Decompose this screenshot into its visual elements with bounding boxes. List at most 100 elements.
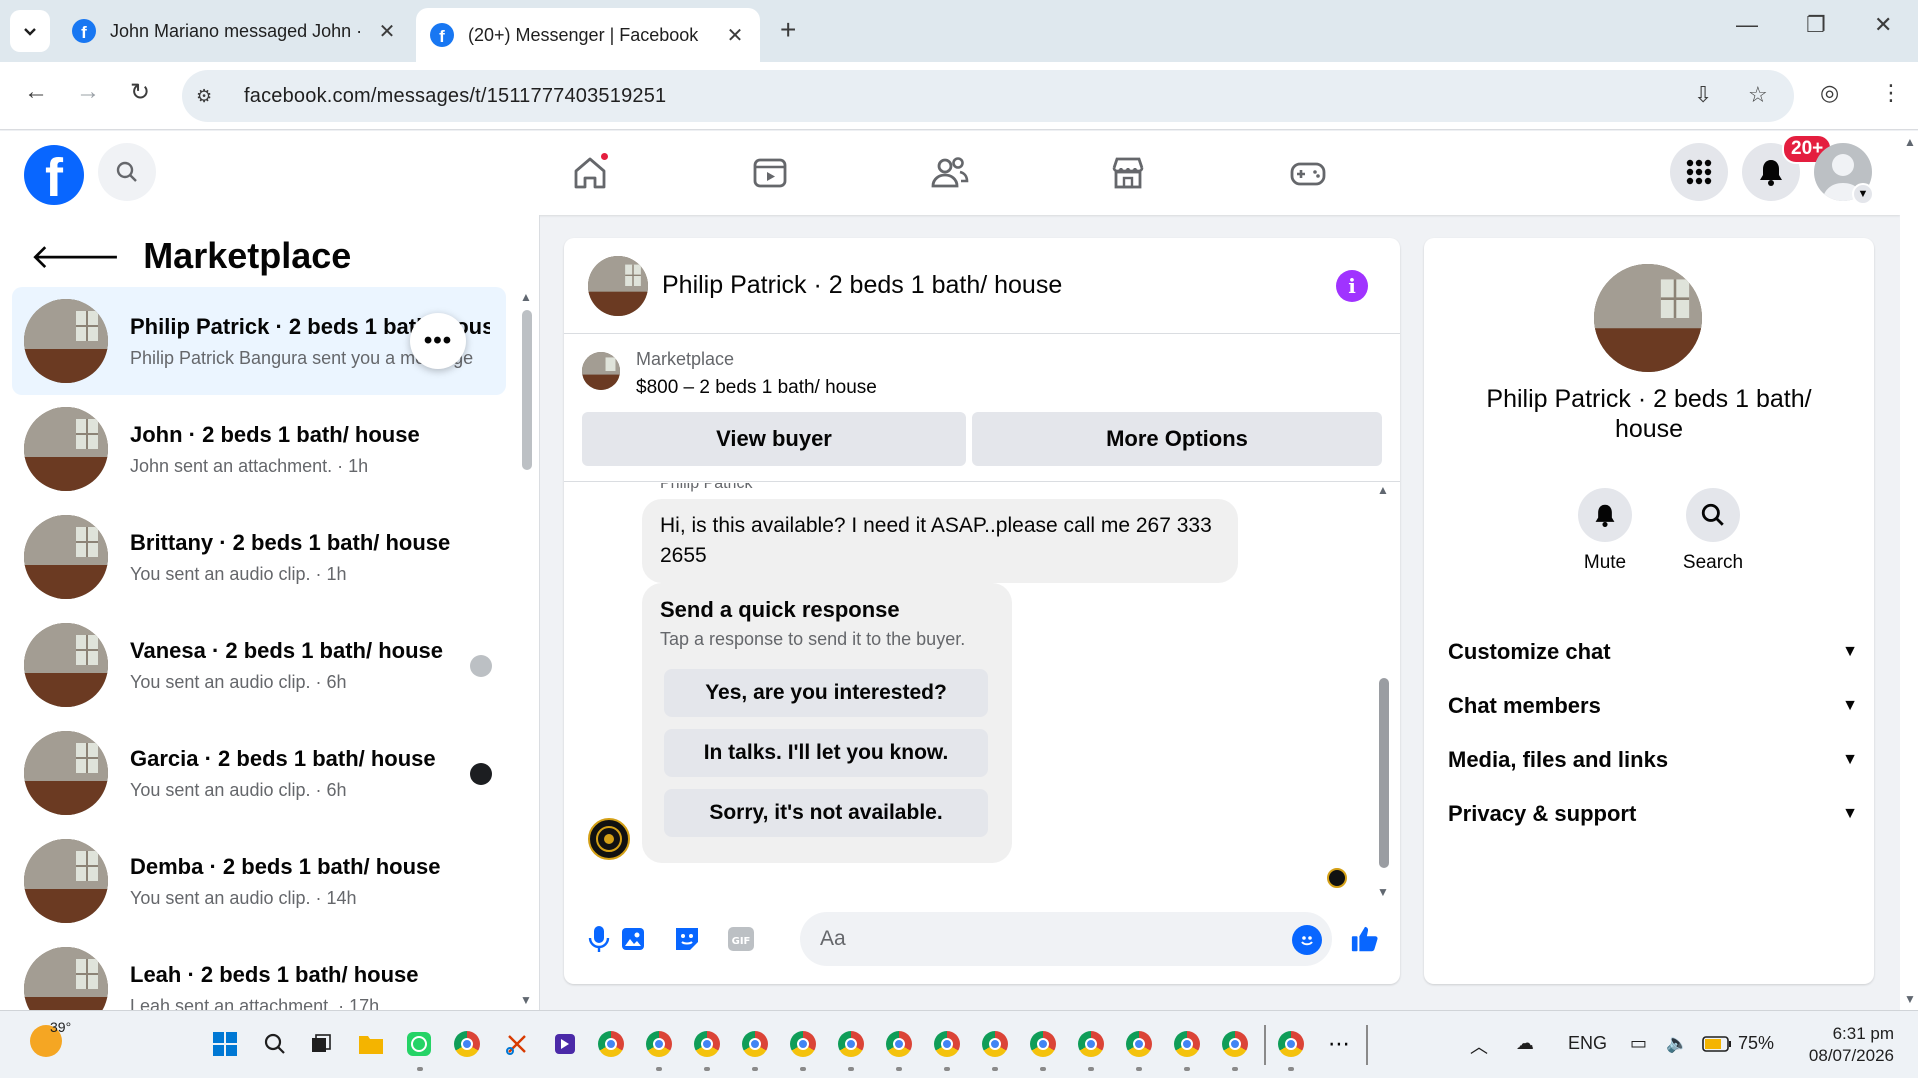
conversation-avatar[interactable] (588, 255, 648, 316)
chrome-profile-icon[interactable] (1028, 1029, 1058, 1059)
nav-home[interactable] (568, 151, 612, 195)
chat-row[interactable]: Vanesa · 2 beds 1 bath/ house You sent an… (12, 611, 506, 719)
back-arrow-icon[interactable]: 🡐 (30, 236, 121, 277)
view-buyer-button[interactable]: View buyer (582, 412, 966, 466)
chat-row[interactable]: Demba · 2 beds 1 bath/ house You sent an … (12, 827, 506, 935)
scrollbar-thumb[interactable] (1379, 678, 1389, 868)
tab-close-icon[interactable]: ✕ (724, 23, 746, 48)
microphone-icon[interactable] (584, 924, 614, 954)
chrome-icon[interactable] (596, 1029, 626, 1059)
sticker-icon[interactable] (672, 924, 702, 954)
chrome-profile-icon[interactable] (980, 1029, 1010, 1059)
forward-arrow-icon[interactable]: → (76, 78, 100, 106)
system-clock[interactable]: 6:31 pm 08/07/2026 (1809, 1023, 1894, 1067)
emoji-icon[interactable] (1292, 925, 1322, 955)
nav-gaming[interactable] (1286, 151, 1330, 195)
minimize-button[interactable]: — (1736, 12, 1758, 38)
scroll-down-icon[interactable]: ▼ (1904, 992, 1916, 1006)
chrome-profile-icon[interactable] (884, 1029, 914, 1059)
search-icon[interactable] (1686, 488, 1740, 542)
install-app-icon[interactable]: ⇩ (1694, 82, 1712, 108)
volume-icon[interactable]: 🔈 (1666, 1033, 1688, 1054)
conversation-title[interactable]: Philip Patrick · 2 beds 1 bath/ house (662, 271, 1062, 300)
new-tab-button[interactable]: + (780, 14, 796, 46)
chrome-profile-icon[interactable] (1276, 1029, 1306, 1059)
menu-button[interactable] (1670, 143, 1728, 201)
facebook-logo[interactable]: f (24, 145, 84, 205)
app-icon-purple[interactable] (550, 1029, 580, 1059)
task-view-icon[interactable] (306, 1029, 336, 1059)
scroll-up-icon[interactable]: ▲ (520, 290, 532, 304)
chrome-profile-icon[interactable] (692, 1029, 722, 1059)
site-info-icon[interactable]: ⚙ (196, 86, 226, 107)
chat-row[interactable]: John · 2 beds 1 bath/ house John sent an … (12, 395, 506, 503)
chevron-up-icon[interactable]: ︿ (1470, 1033, 1488, 1059)
search-action[interactable]: Search (1668, 488, 1758, 574)
sender-avatar[interactable] (588, 818, 630, 860)
chat-list-scrollbar[interactable]: ▲ ▼ (520, 290, 534, 1007)
chevron-down-icon[interactable]: ▼ (1852, 183, 1874, 205)
close-window-button[interactable]: ✕ (1874, 12, 1892, 38)
bell-icon[interactable] (1578, 488, 1632, 542)
listing-price-title[interactable]: $800 – 2 beds 1 bath/ house (636, 377, 877, 399)
info-icon[interactable]: i (1336, 270, 1368, 302)
scrollbar-thumb[interactable] (522, 310, 532, 470)
tab-search-button[interactable] (10, 10, 50, 52)
message-scrollbar[interactable]: ▲ ▼ (1376, 483, 1392, 899)
message-input[interactable]: Aa (800, 912, 1332, 966)
section-privacy-support[interactable]: Privacy & support ▼ (1448, 794, 1858, 834)
mute-action[interactable]: Mute (1560, 488, 1650, 574)
tab-close-icon[interactable]: ✕ (376, 19, 398, 44)
chrome-profile-icon[interactable] (1076, 1029, 1106, 1059)
profile-icon[interactable]: ◎ (1820, 80, 1839, 106)
chrome-profile-icon[interactable] (1220, 1029, 1250, 1059)
more-options-icon[interactable]: ••• (410, 313, 466, 369)
nav-marketplace[interactable] (1106, 151, 1150, 195)
more-apps-icon[interactable]: ⋯ (1324, 1029, 1354, 1059)
url-text[interactable]: facebook.com/messages/t/1511777403519251 (244, 85, 666, 108)
chrome-profile-icon[interactable] (1172, 1029, 1202, 1059)
whatsapp-icon[interactable] (404, 1029, 434, 1059)
file-explorer-icon[interactable] (356, 1029, 386, 1059)
search-button[interactable] (98, 143, 156, 201)
chrome-profile-icon[interactable] (740, 1029, 770, 1059)
chrome-profile-icon[interactable] (1124, 1029, 1154, 1059)
bookmark-star-icon[interactable]: ☆ (1748, 82, 1768, 108)
scroll-down-icon[interactable]: ▼ (1377, 885, 1389, 899)
section-media-files-links[interactable]: Media, files and links ▼ (1448, 740, 1858, 780)
scroll-down-icon[interactable]: ▼ (520, 993, 532, 1007)
more-options-button[interactable]: More Options (972, 412, 1382, 466)
chat-row[interactable]: Leah · 2 beds 1 bath/ house Leah sent an … (12, 935, 506, 1010)
photo-icon[interactable] (618, 924, 648, 954)
thumbs-up-icon[interactable] (1350, 924, 1380, 954)
address-bar[interactable]: ⚙ facebook.com/messages/t/15117774035192… (182, 70, 1794, 122)
nav-watch[interactable] (748, 151, 792, 195)
browser-tab-active[interactable]: f (20+) Messenger | Facebook ✕ (416, 8, 760, 62)
restore-button[interactable]: ❐ (1806, 12, 1826, 38)
back-arrow-icon[interactable]: ← (24, 78, 48, 106)
reload-icon[interactable]: ↻ (130, 78, 150, 107)
browser-menu-icon[interactable]: ⋮ (1880, 80, 1902, 106)
windows-start-icon[interactable] (210, 1029, 240, 1059)
browser-tab-inactive[interactable]: f John Mariano messaged John · ✕ (58, 8, 412, 54)
page-scrollbar[interactable]: ▲ ▼ (1900, 131, 1918, 1010)
listing-thumbnail[interactable] (582, 352, 620, 390)
quick-reply-in-talks[interactable]: In talks. I'll let you know. (664, 729, 988, 777)
chat-row[interactable]: Philip Patrick · 2 beds 1 bath/ house Phi… (12, 287, 506, 395)
nav-friends[interactable] (928, 151, 972, 195)
chrome-profile-icon[interactable] (644, 1029, 674, 1059)
chrome-profile-icon[interactable] (788, 1029, 818, 1059)
weather-widget[interactable]: 39° (30, 1019, 71, 1057)
search-icon[interactable] (260, 1029, 290, 1059)
section-chat-members[interactable]: Chat members ▼ (1448, 686, 1858, 726)
quick-reply-interested[interactable]: Yes, are you interested? (664, 669, 988, 717)
gif-icon[interactable]: GIF (726, 924, 756, 954)
language-indicator[interactable]: ENG (1568, 1033, 1607, 1054)
quick-reply-not-available[interactable]: Sorry, it's not available. (664, 789, 988, 837)
onedrive-icon[interactable]: ☁ (1516, 1033, 1534, 1054)
battery-indicator[interactable]: 75% (1702, 1033, 1774, 1054)
incoming-message-bubble[interactable]: Hi, is this available? I need it ASAP..p… (642, 499, 1238, 583)
chrome-icon[interactable] (452, 1029, 482, 1059)
chat-row[interactable]: Brittany · 2 beds 1 bath/ house You sent … (12, 503, 506, 611)
chrome-profile-icon[interactable] (932, 1029, 962, 1059)
